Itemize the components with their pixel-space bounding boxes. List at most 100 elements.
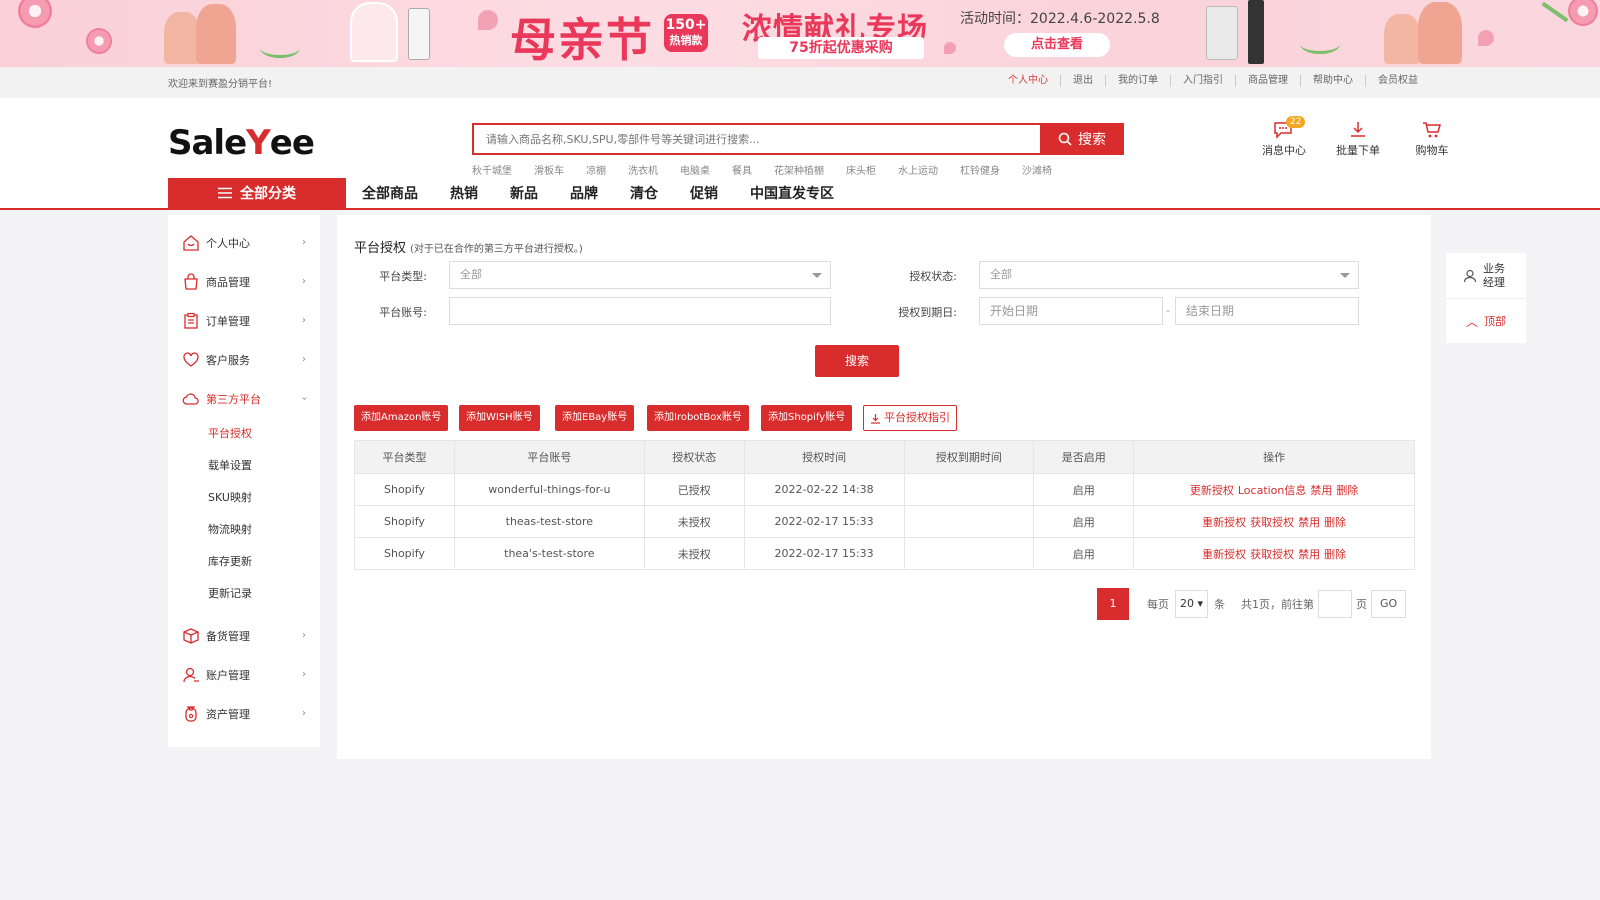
add-amazon-account-button[interactable]: 添加Amazon账号 <box>354 405 449 431</box>
chevron-right-icon: › <box>302 276 306 287</box>
go-button[interactable]: GO <box>1371 590 1407 618</box>
disable-link[interactable]: 禁用 <box>1310 484 1332 497</box>
cell-platform-type: Shopify <box>354 505 455 538</box>
cell-auth-time: 2022-02-17 15:33 <box>743 505 905 538</box>
platform-account-input[interactable] <box>449 297 831 325</box>
site-logo[interactable]: SaleYee <box>168 123 315 163</box>
cell-enabled: 启用 <box>1033 505 1135 538</box>
sidebar-item-product-management[interactable]: 商品管理 › <box>168 262 320 301</box>
chevron-down-icon: ▾ <box>1197 597 1204 610</box>
add-wish-account-button[interactable]: 添加WISH账号 <box>459 405 540 431</box>
promo-banner[interactable]: 母亲节 150+ 热销款 浓情献礼专场 75折起优惠采购 活动时间：2022.4.… <box>0 0 1600 67</box>
petal-decoration <box>944 42 956 54</box>
nav-brand[interactable]: 品牌 <box>570 183 598 203</box>
sidebar-item-account-management[interactable]: 账户管理 › <box>168 655 320 694</box>
cart-button[interactable]: 购物车 <box>1406 120 1458 158</box>
nav-promotion[interactable]: 促销 <box>690 183 718 203</box>
bulk-order-button[interactable]: 批量下单 <box>1332 120 1384 158</box>
sidebar-item-personal-center[interactable]: 个人中心 › <box>168 223 320 262</box>
all-categories-button[interactable]: 全部分类 <box>168 178 346 208</box>
sidebar-subitem-platform-auth[interactable]: 平台授权 <box>168 418 320 450</box>
banner-discount: 75折起优惠采购 <box>758 37 924 59</box>
platform-type-select[interactable]: 全部 <box>449 261 831 289</box>
back-to-top-button[interactable]: ︿ 顶部 <box>1446 298 1526 343</box>
nav-new[interactable]: 新品 <box>510 183 538 203</box>
col-auth-expire: 授权到期时间 <box>903 440 1035 474</box>
child-figure-illustration <box>1384 14 1420 64</box>
delete-link[interactable]: 删除 <box>1324 516 1346 529</box>
sidebar-item-order-management[interactable]: 订单管理 › <box>168 301 320 340</box>
link-product-management[interactable]: 商品管理 <box>1235 75 1300 87</box>
hot-keyword[interactable]: 电脑桌 <box>680 162 710 177</box>
filter-search-button[interactable]: 搜索 <box>815 345 899 377</box>
hot-keyword[interactable]: 杠铃健身 <box>960 162 1000 177</box>
hot-keyword[interactable]: 凉棚 <box>586 162 606 177</box>
disable-link[interactable]: 禁用 <box>1298 516 1320 529</box>
sidebar-item-customer-service[interactable]: 客户服务 › <box>168 340 320 379</box>
sidebar-item-third-party-platform[interactable]: 第三方平台 › <box>168 379 320 418</box>
end-date-input[interactable]: 结束日期 <box>1175 297 1359 325</box>
welcome-text: 欢迎来到赛盈分销平台! <box>168 79 273 90</box>
add-irobotbox-account-button[interactable]: 添加IrobotBox账号 <box>647 405 749 431</box>
per-page-value: 20 <box>1180 597 1194 610</box>
sidebar-subitem-inventory-update[interactable]: 库存更新 <box>168 546 320 578</box>
link-my-orders[interactable]: 我的订单 <box>1105 75 1170 87</box>
auth-status-select[interactable]: 全部 <box>979 261 1359 289</box>
search-input[interactable] <box>474 125 1042 153</box>
platform-auth-guide-button[interactable]: 平台授权指引 <box>863 405 957 431</box>
nav-all-products[interactable]: 全部商品 <box>362 183 418 203</box>
sidebar-subitem-sku-mapping[interactable]: SKU映射 <box>168 482 320 514</box>
site-header: SaleYee 搜索 秋千城堡 滑板车 凉棚 洗衣机 电脑桌 餐具 花架种植棚 … <box>0 98 1600 210</box>
bag-icon <box>184 272 198 290</box>
get-auth-link[interactable]: 获取授权 <box>1250 548 1294 561</box>
cart-label: 购物车 <box>1415 144 1449 157</box>
update-auth-link[interactable]: 更新授权 <box>1190 484 1234 497</box>
link-getting-started[interactable]: 入门指引 <box>1170 75 1235 87</box>
hot-keyword[interactable]: 床头柜 <box>846 162 876 177</box>
hot-keyword[interactable]: 秋千城堡 <box>472 162 512 177</box>
hot-keyword[interactable]: 沙滩椅 <box>1022 162 1052 177</box>
reauthorize-link[interactable]: 重新授权 <box>1202 516 1246 529</box>
message-center-button[interactable]: 22 消息中心 <box>1258 116 1310 158</box>
reauthorize-link[interactable]: 重新授权 <box>1202 548 1246 561</box>
sidebar-item-asset-management[interactable]: 资产管理 › <box>168 694 320 733</box>
hot-keyword[interactable]: 花架种植棚 <box>774 162 824 177</box>
link-personal-center[interactable]: 个人中心 <box>996 75 1060 87</box>
nav-china-direct[interactable]: 中国直发专区 <box>750 183 834 203</box>
disable-link[interactable]: 禁用 <box>1298 548 1320 561</box>
sidebar-subitem-logistics-mapping[interactable]: 物流映射 <box>168 514 320 546</box>
add-shopify-account-button[interactable]: 添加Shopify账号 <box>761 405 853 431</box>
sidebar-subitem-update-log[interactable]: 更新记录 <box>168 578 320 610</box>
nav-clearance[interactable]: 清仓 <box>630 183 658 203</box>
location-info-link[interactable]: Location信息 <box>1238 484 1307 497</box>
add-ebay-account-button[interactable]: 添加EBay账号 <box>555 405 635 431</box>
hot-keyword[interactable]: 水上运动 <box>898 162 938 177</box>
stem-decoration <box>1541 1 1569 23</box>
cell-operations: 更新授权 Location信息 禁用 删除 <box>1133 473 1415 506</box>
start-date-input[interactable]: 开始日期 <box>979 297 1163 325</box>
hot-keyword[interactable]: 洗衣机 <box>628 162 658 177</box>
hot-keyword[interactable]: 滑板车 <box>534 162 564 177</box>
banner-view-button[interactable]: 点击查看 <box>1004 33 1110 57</box>
grass-decoration <box>1300 34 1340 54</box>
sidebar-subitem-load-settings[interactable]: 载单设置 <box>168 450 320 482</box>
link-logout[interactable]: 退出 <box>1060 75 1105 87</box>
sidebar-item-label: 商品管理 <box>206 275 250 289</box>
heart-icon <box>183 351 199 367</box>
col-platform-account: 平台账号 <box>453 440 645 474</box>
page-button-current[interactable]: 1 <box>1097 588 1129 620</box>
account-manager-button[interactable]: 业务经理 <box>1446 253 1526 298</box>
goto-page-input[interactable] <box>1318 590 1353 618</box>
per-page-select[interactable]: 20 ▾ <box>1175 590 1209 618</box>
sidebar-item-stock-management[interactable]: 备货管理 › <box>168 616 320 655</box>
nav-hot[interactable]: 热销 <box>450 183 478 203</box>
download-icon <box>871 413 880 424</box>
search-button[interactable]: 搜索 <box>1040 123 1124 155</box>
delete-link[interactable]: 删除 <box>1336 484 1358 497</box>
link-help-center[interactable]: 帮助中心 <box>1300 75 1365 87</box>
chevron-right-icon: › <box>302 630 306 641</box>
hot-keyword[interactable]: 餐具 <box>732 162 752 177</box>
get-auth-link[interactable]: 获取授权 <box>1250 516 1294 529</box>
link-member-benefits[interactable]: 会员权益 <box>1365 75 1430 87</box>
delete-link[interactable]: 删除 <box>1324 548 1346 561</box>
